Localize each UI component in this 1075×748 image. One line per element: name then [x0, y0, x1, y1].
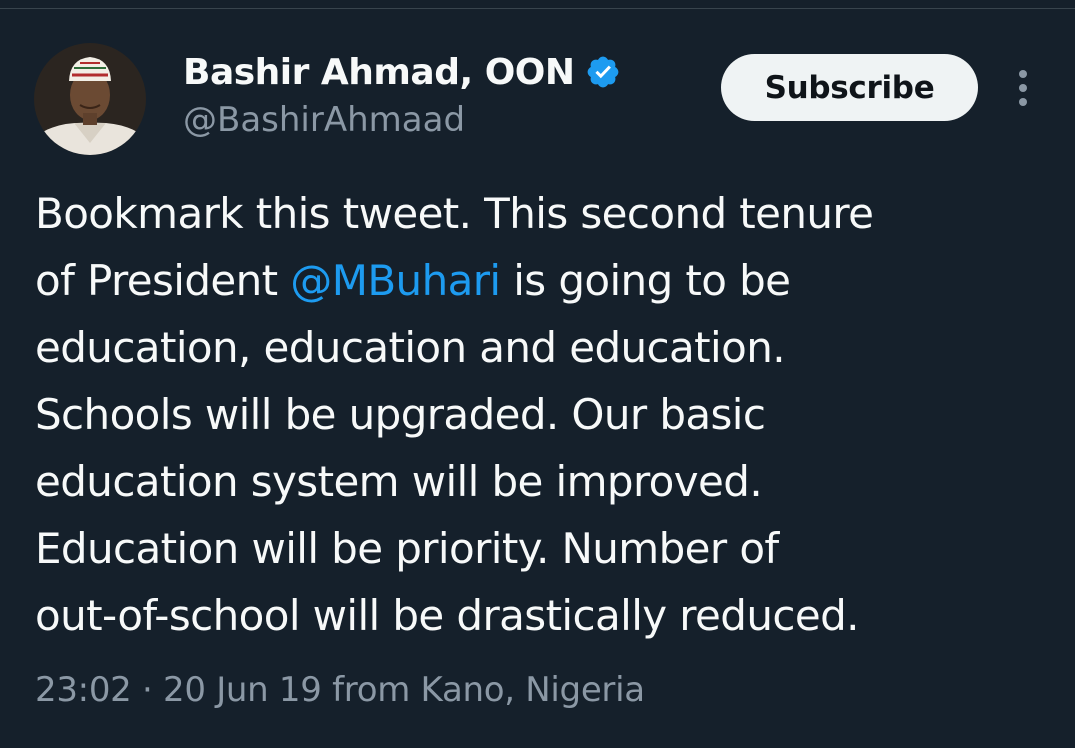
tweet-date[interactable]: 20 Jun 19: [163, 670, 322, 710]
tweet-line: out-of-school will be drastically reduce…: [35, 582, 1055, 649]
top-divider: [0, 8, 1075, 9]
tweet-text-segment: education system will be improved.: [35, 457, 763, 506]
author-handle[interactable]: @BashirAhmaad: [183, 100, 465, 140]
author-name-row[interactable]: Bashir Ahmad, OON: [183, 47, 621, 97]
tweet-text-segment: is going to be: [500, 256, 791, 305]
avatar[interactable]: [34, 43, 146, 155]
tweet-location: from Kano, Nigeria: [332, 670, 645, 710]
tweet-text: Bookmark this tweet. This second tenure …: [35, 180, 1055, 649]
tweet-line: Schools will be upgraded. Our basic: [35, 381, 1055, 448]
tweet-text-segment: Bookmark this tweet. This second tenure: [35, 189, 874, 238]
tweet-text-segment: out-of-school will be drastically reduce…: [35, 591, 859, 640]
more-options-icon[interactable]: [1007, 64, 1039, 112]
verified-badge-icon[interactable]: [585, 54, 621, 90]
mention-link[interactable]: @MBuhari: [290, 256, 501, 305]
tweet-line: Education will be priority. Number of: [35, 515, 1055, 582]
tweet-time[interactable]: 23:02: [35, 670, 132, 710]
tweet-text-segment: Schools will be upgraded. Our basic: [35, 390, 766, 439]
more-dot: [1019, 98, 1027, 106]
subscribe-button[interactable]: Subscribe: [721, 54, 978, 121]
author-display-name[interactable]: Bashir Ahmad, OON: [183, 52, 575, 93]
tweet-metadata: 23:02 · 20 Jun 19 from Kano, Nigeria: [35, 670, 645, 710]
tweet-line: education system will be improved.: [35, 448, 1055, 515]
tweet-text-segment: Education will be priority. Number of: [35, 524, 779, 573]
tweet-text-segment: of President: [35, 256, 291, 305]
more-dot: [1019, 84, 1027, 92]
more-dot: [1019, 70, 1027, 78]
tweet-line: of President @MBuhari is going to be: [35, 247, 1055, 314]
tweet-text-segment: education, education and education.: [35, 323, 786, 372]
metadata-separator: ·: [142, 670, 153, 710]
tweet-line: Bookmark this tweet. This second tenure: [35, 180, 1055, 247]
tweet-line: education, education and education.: [35, 314, 1055, 381]
